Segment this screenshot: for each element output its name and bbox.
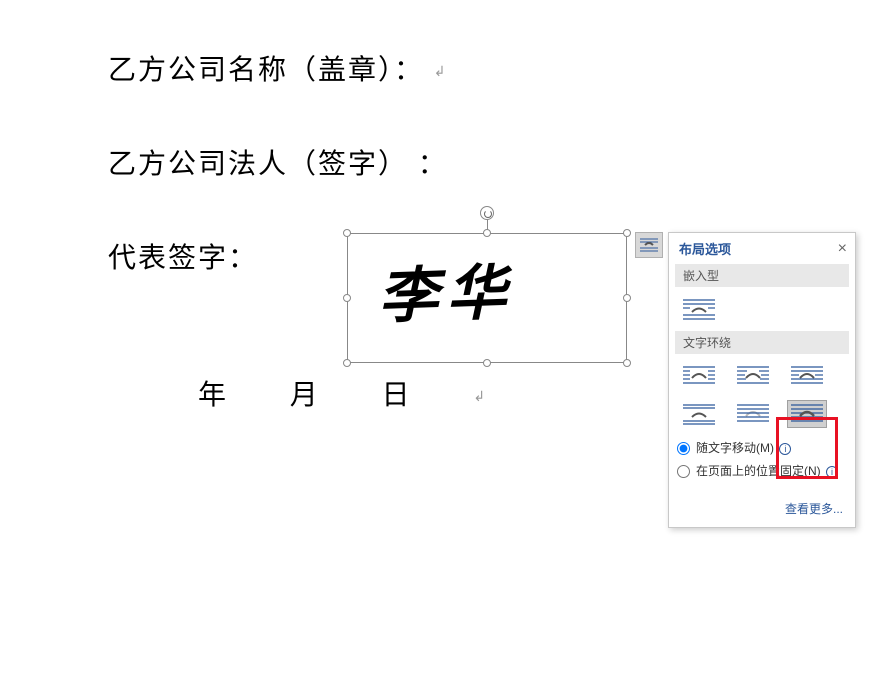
see-more-link[interactable]: 查看更多... bbox=[785, 502, 843, 516]
radio-move-label: 随文字移动(M) bbox=[696, 441, 774, 455]
resize-handle-ml[interactable] bbox=[343, 294, 351, 302]
wrap-behind-icon[interactable] bbox=[733, 400, 773, 428]
wrap-tight-icon[interactable] bbox=[733, 362, 773, 390]
layout-options-button[interactable] bbox=[635, 232, 663, 258]
company-name-label: 乙方公司名称（盖章）： bbox=[108, 54, 424, 85]
panel-header: 布局选项 × bbox=[669, 233, 855, 262]
close-icon[interactable]: × bbox=[838, 241, 847, 257]
radio-fixed-input[interactable] bbox=[677, 465, 690, 478]
layout-options-panel: 布局选项 × 嵌入型 文字环绕 bbox=[668, 232, 856, 528]
layout-options-icon bbox=[639, 237, 659, 253]
resize-handle-tl[interactable] bbox=[343, 229, 351, 237]
see-more-row: 查看更多... bbox=[669, 494, 855, 527]
legal-person-label: 乙方公司法人（签字） ： bbox=[108, 148, 448, 179]
section-inline-title: 嵌入型 bbox=[675, 264, 849, 287]
wrap-front-icon[interactable] bbox=[787, 400, 827, 428]
selected-image-object[interactable]: 李华 bbox=[347, 233, 627, 363]
radio-fixed-label: 在页面上的位置固定(N) bbox=[696, 464, 821, 478]
section-wrap-title: 文字环绕 bbox=[675, 331, 849, 354]
position-radio-group: 随文字移动(M) i 在页面上的位置固定(N) i bbox=[669, 434, 855, 494]
legal-person-line: 乙方公司法人（签字） ： bbox=[108, 144, 660, 183]
radio-fixed-position[interactable]: 在页面上的位置固定(N) i bbox=[677, 463, 847, 480]
resize-handle-bl[interactable] bbox=[343, 359, 351, 367]
info-icon[interactable]: i bbox=[826, 466, 838, 478]
radio-move-with-text[interactable]: 随文字移动(M) i bbox=[677, 440, 847, 457]
rotate-handle[interactable] bbox=[480, 206, 494, 220]
date-line: 年 月 日 ↲ bbox=[108, 373, 660, 413]
resize-handle-br[interactable] bbox=[623, 359, 631, 367]
info-icon[interactable]: i bbox=[779, 443, 791, 455]
paragraph-mark-icon: ↲ bbox=[434, 63, 448, 79]
wrap-through-icon[interactable] bbox=[787, 362, 827, 390]
date-label: 年 月 日 bbox=[198, 379, 438, 410]
resize-handle-bm[interactable] bbox=[483, 359, 491, 367]
wrap-icon-row-2 bbox=[669, 396, 855, 434]
resize-handle-tm[interactable] bbox=[483, 229, 491, 237]
panel-title: 布局选项 bbox=[679, 239, 731, 258]
wrap-square-icon[interactable] bbox=[679, 362, 719, 390]
resize-handle-mr[interactable] bbox=[623, 294, 631, 302]
wrap-icon-row-1 bbox=[669, 358, 855, 396]
company-name-line: 乙方公司名称（盖章）： ↲ bbox=[108, 50, 660, 89]
radio-move-input[interactable] bbox=[677, 442, 690, 455]
wrap-inline-icon[interactable] bbox=[679, 295, 719, 323]
paragraph-mark-icon: ↲ bbox=[473, 388, 485, 404]
resize-handle-tr[interactable] bbox=[623, 229, 631, 237]
signature-label: 代表签字： bbox=[108, 242, 258, 273]
wrap-topbottom-icon[interactable] bbox=[679, 400, 719, 428]
inline-icon-row bbox=[669, 291, 855, 329]
signature-image: 李华 bbox=[377, 244, 516, 336]
